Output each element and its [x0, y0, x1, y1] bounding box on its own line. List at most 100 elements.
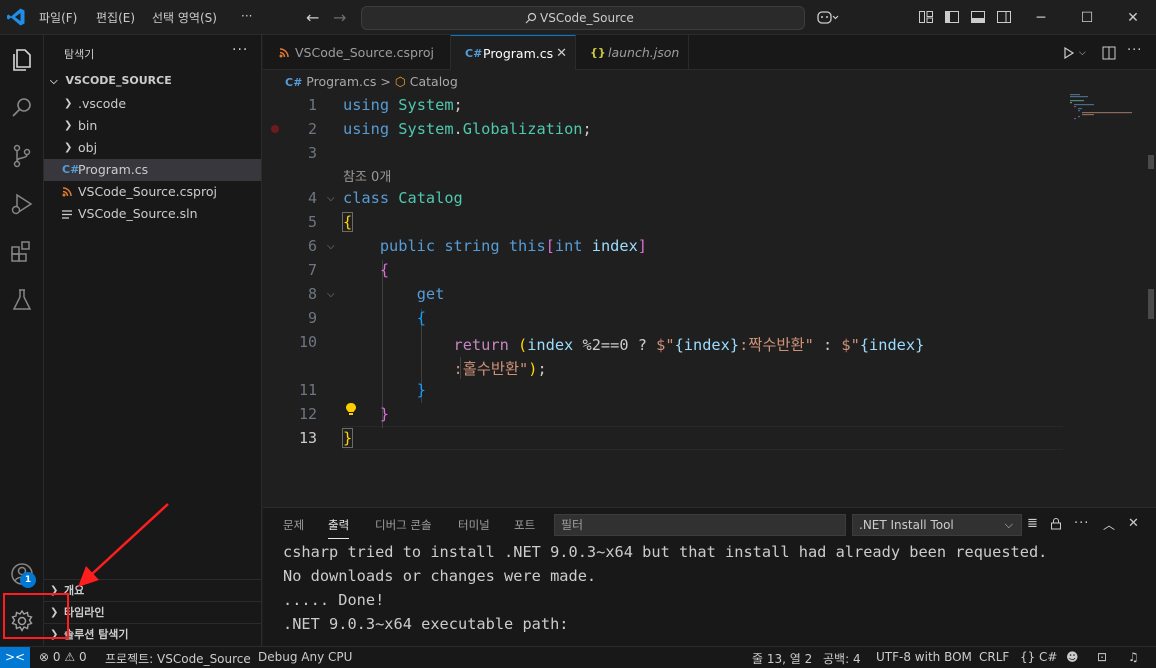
- notifications-bell-icon[interactable]: ♫: [1128, 650, 1139, 664]
- line-number: 7: [307, 261, 317, 279]
- indentation-status[interactable]: 공백: 4: [823, 650, 861, 667]
- codelens-references[interactable]: 참조 0개: [343, 166, 391, 185]
- customize-layout-icon[interactable]: [918, 9, 934, 25]
- split-editor-icon[interactable]: [1102, 46, 1116, 60]
- code-line-10: return (index %2==0 ? $"{index}:짝수반환" : …: [343, 333, 925, 355]
- fold-chevron-icon[interactable]: ⌵: [327, 289, 335, 300]
- forward-arrow-icon[interactable]: →: [333, 8, 346, 27]
- panel-tab-ports[interactable]: 포트: [514, 517, 535, 533]
- bracket: (: [518, 336, 528, 354]
- code-line-10-wrap: :홀수반환");: [343, 357, 547, 379]
- keyword: get: [416, 285, 445, 303]
- string: :짝수반환": [739, 336, 814, 354]
- line-number: 13: [298, 429, 317, 447]
- command-center-search[interactable]: VSCode_Source: [361, 6, 805, 30]
- sidebar-more-button[interactable]: ···: [232, 42, 248, 58]
- maximize-button[interactable]: ☐: [1064, 0, 1110, 35]
- output-line: csharp tried to install .NET 9.0.3~x64 b…: [283, 543, 1048, 561]
- breadcrumb-symbol[interactable]: Catalog: [410, 74, 458, 89]
- output-channel-value: .NET Install Tool: [859, 518, 954, 532]
- feedback-icon[interactable]: ⊡: [1097, 650, 1107, 664]
- debug-config-status[interactable]: Debug Any CPU: [258, 650, 352, 664]
- parameter: index: [591, 237, 638, 255]
- fold-chevron-icon[interactable]: ⌵: [327, 241, 335, 252]
- cursor-position[interactable]: 줄 13, 열 2: [752, 650, 812, 667]
- output-line: .NET 9.0.3~x64 executable path:: [283, 615, 569, 633]
- panel-tab-debug-console[interactable]: 디버그 콘솔: [375, 517, 432, 533]
- code-line-4: class Catalog: [343, 189, 463, 207]
- close-window-button[interactable]: ✕: [1110, 0, 1156, 35]
- line-number: 3: [307, 144, 317, 162]
- tab-launch-json[interactable]: {} launch.json: [576, 35, 689, 70]
- toggle-secondary-sidebar-icon[interactable]: [996, 9, 1012, 25]
- tab-csproj[interactable]: VSCode_Source.csproj: [263, 35, 451, 70]
- keyword: public: [379, 237, 436, 255]
- toggle-panel-icon[interactable]: [970, 9, 986, 25]
- editor-more-button[interactable]: ···: [1127, 43, 1142, 58]
- menu-more[interactable]: ···: [241, 9, 252, 23]
- line-number: 8: [307, 285, 317, 303]
- lock-icon[interactable]: [1050, 517, 1062, 530]
- tab-label: Program.cs: [483, 46, 554, 61]
- bracket: [: [545, 237, 555, 255]
- bracket: }: [379, 405, 390, 423]
- output-filter-input[interactable]: 필터: [554, 514, 846, 536]
- operator: %2==0 ?: [573, 336, 657, 354]
- toggle-primary-sidebar-icon[interactable]: [944, 9, 960, 25]
- search-icon: [525, 12, 537, 24]
- csharp-file-icon: C#: [465, 47, 483, 60]
- minimize-button[interactable]: ─: [1018, 0, 1064, 35]
- scrollbar-marker: [1148, 289, 1154, 319]
- language-mode[interactable]: C#: [1039, 650, 1057, 664]
- editor-scrollbar[interactable]: [1146, 93, 1156, 507]
- line-number: 9: [307, 309, 317, 327]
- close-tab-icon[interactable]: ✕: [556, 36, 567, 71]
- fold-chevron-icon[interactable]: ⌵: [327, 193, 335, 204]
- language-braces-icon: {}: [1020, 650, 1036, 664]
- panel-tab-problems[interactable]: 문제: [283, 517, 304, 533]
- namespace: System: [398, 120, 454, 138]
- encoding-status[interactable]: UTF-8 with BOM: [876, 650, 972, 664]
- line-number: 10: [298, 333, 317, 351]
- keyword: int: [554, 237, 583, 255]
- code-line-6: public string this[int index]: [343, 237, 647, 255]
- chevron-down-icon: ⌵: [1004, 518, 1013, 531]
- punct: ;: [453, 96, 463, 114]
- rss-icon: [279, 48, 289, 58]
- minimap[interactable]: [1066, 93, 1146, 133]
- code-line-2: using System.Globalization;: [343, 120, 592, 138]
- clear-output-icon[interactable]: ≣: [1027, 516, 1038, 531]
- namespace: Globalization: [462, 120, 583, 138]
- panel-tab-terminal[interactable]: 터미널: [458, 517, 490, 533]
- lightbulb-icon[interactable]: [345, 402, 357, 416]
- line-number: 2: [307, 120, 317, 138]
- keyword: using: [343, 120, 390, 138]
- bracket: {: [379, 261, 390, 279]
- close-panel-icon[interactable]: ✕: [1128, 516, 1139, 531]
- panel-more-button[interactable]: ···: [1074, 516, 1089, 531]
- bracket: }: [341, 428, 354, 448]
- line-number: 12: [298, 405, 317, 423]
- annotation-arrow-icon: [78, 503, 169, 587]
- eol-status[interactable]: CRLF: [979, 650, 1009, 664]
- run-dropdown-chevron-icon[interactable]: ⌵: [1079, 48, 1086, 58]
- string: $": [656, 336, 675, 354]
- copilot-status-icon[interactable]: ☻: [1066, 650, 1079, 664]
- breadcrumb-file[interactable]: Program.cs: [306, 74, 376, 89]
- class-symbol-icon: ⬡: [394, 74, 406, 89]
- tab-program-cs[interactable]: C# Program.cs ✕: [451, 35, 576, 70]
- keyword: using: [343, 96, 390, 114]
- line-number: 4: [307, 189, 317, 207]
- string: :홀수반환": [453, 360, 529, 378]
- maximize-panel-chevron-icon[interactable]: ︿: [1103, 516, 1115, 533]
- json-file-icon: {}: [590, 46, 606, 59]
- code-line-8: get: [343, 285, 445, 303]
- line-number: 1: [307, 96, 317, 114]
- punct: ;: [537, 360, 547, 378]
- back-arrow-icon[interactable]: ←: [306, 8, 319, 27]
- panel-tab-output[interactable]: 출력: [328, 517, 350, 539]
- output-channel-select[interactable]: .NET Install Tool ⌵: [852, 514, 1022, 536]
- bracket: {: [416, 309, 426, 327]
- copilot-icon[interactable]: [817, 9, 839, 25]
- run-icon[interactable]: [1063, 47, 1075, 59]
